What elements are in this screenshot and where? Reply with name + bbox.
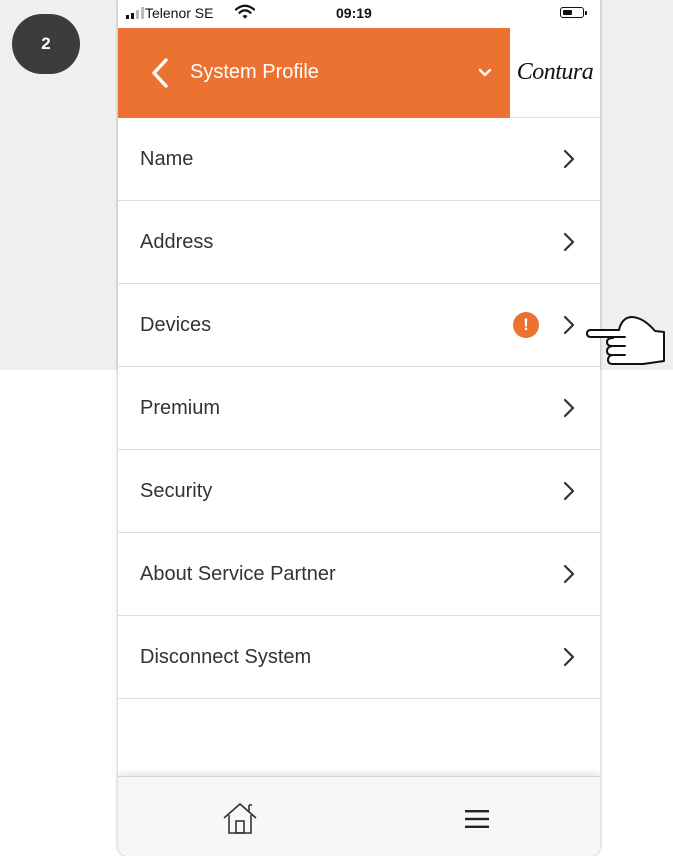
hamburger-menu-icon[interactable]	[465, 809, 489, 829]
chevron-right-icon	[563, 232, 575, 252]
chevron-right-icon	[563, 398, 575, 418]
menu-item-label: About Service Partner	[140, 563, 336, 585]
logo-text: Contura	[516, 59, 594, 85]
step-number-badge: 2	[12, 14, 80, 74]
wifi-icon	[235, 4, 255, 19]
menu-item-label: Name	[140, 148, 194, 170]
chevron-right-icon	[563, 315, 575, 335]
menu-item-about-service-partner[interactable]: About Service Partner	[118, 533, 600, 616]
carrier-name: Telenor SE	[145, 5, 214, 21]
menu-item-label: Security	[140, 480, 213, 502]
menu-item-label: Devices	[140, 314, 212, 336]
menu-item-name[interactable]: Name	[118, 118, 600, 201]
brand-logo: Contura	[510, 28, 600, 118]
chevron-left-icon[interactable]	[146, 56, 176, 90]
chevron-right-icon	[563, 149, 575, 169]
menu-item-label: Address	[140, 231, 214, 253]
signal-icon	[126, 7, 144, 19]
menu-item-address[interactable]: Address	[118, 201, 600, 284]
menu-item-premium[interactable]: Premium	[118, 367, 600, 450]
battery-icon	[560, 7, 587, 18]
menu-item-label: Premium	[140, 397, 221, 419]
chevron-down-icon[interactable]	[476, 66, 494, 80]
chevron-right-icon	[563, 647, 575, 667]
alert-icon: !	[513, 312, 539, 338]
menu-item-disconnect-system[interactable]: Disconnect System	[118, 616, 600, 699]
status-bar: Telenor SE 09:19	[118, 0, 600, 28]
pointing-hand-icon	[586, 316, 665, 365]
settings-menu: Name Address Devices ! Premium Security …	[118, 118, 600, 699]
chevron-right-icon	[563, 564, 575, 584]
menu-item-devices[interactable]: Devices !	[118, 284, 600, 367]
page-title: System Profile	[190, 61, 319, 83]
bottom-nav-bar	[118, 776, 600, 856]
menu-item-security[interactable]: Security	[118, 450, 600, 533]
app-header: System Profile	[118, 28, 510, 118]
phone-screen: Telenor SE 09:19 System Profile Contura …	[118, 0, 600, 856]
menu-item-label: Disconnect System	[140, 646, 312, 668]
home-icon[interactable]	[221, 799, 259, 837]
status-time: 09:19	[336, 5, 372, 21]
chevron-right-icon	[563, 481, 575, 501]
